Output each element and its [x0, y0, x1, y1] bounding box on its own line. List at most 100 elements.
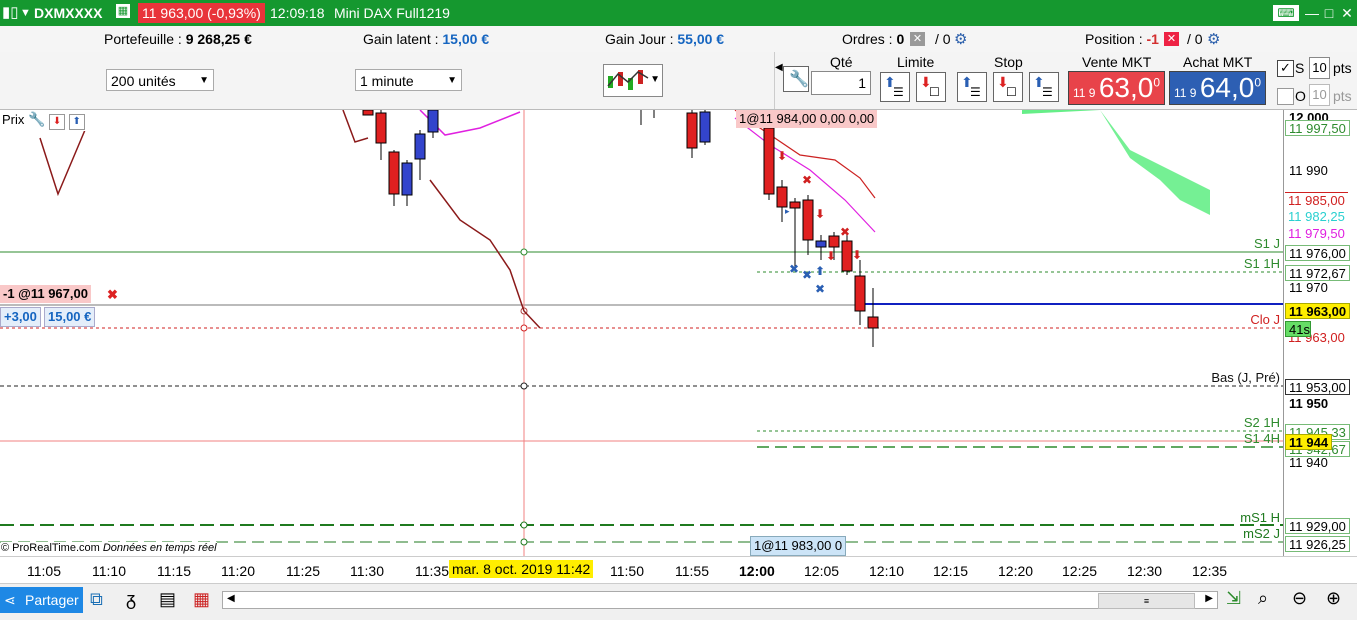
chart-style-icon	[607, 70, 649, 90]
close-icon[interactable]: ✕	[1338, 5, 1356, 21]
share-button[interactable]: ⋖ Partager	[0, 587, 83, 613]
sell-arrow-marker: ⬇	[815, 207, 825, 221]
target-checkbox[interactable]	[1277, 88, 1294, 105]
y-value-tag: 11 953,00	[1285, 379, 1350, 395]
position-value: -1	[1146, 31, 1159, 47]
gain-latent-info: Gain latent : 15,00 €	[363, 31, 490, 47]
zoom-out-icon[interactable]: ⊖	[1292, 588, 1307, 609]
cursor-dot	[520, 521, 528, 529]
maximize-icon[interactable]: □	[1320, 5, 1338, 21]
ichimoku-cloud-edge	[1022, 110, 1100, 114]
x-tick: 11:25	[286, 563, 320, 579]
copyright-note: © ProRealTime.com Données en temps réel	[1, 542, 217, 554]
zoom-in-icon[interactable]: ⊕	[1326, 588, 1341, 609]
x-tick: 11:55	[675, 563, 709, 579]
cloj-label: Clo J	[1250, 312, 1280, 327]
chevron-down-icon: ▼	[650, 74, 660, 85]
price-label-box: Prix 🔧 ⬇ ⬆	[0, 110, 87, 131]
orders-total: / 0	[935, 31, 951, 47]
price-axis[interactable]: 12 000 11 997,50 11 990 11 985,00 11 982…	[1283, 110, 1357, 556]
price-badge: 11 963,00 (-0,93%)	[138, 3, 265, 23]
limit-buy-button[interactable]: ⬆ ☰	[880, 72, 910, 102]
trading-icon[interactable]: ⧉	[90, 589, 103, 610]
horizontal-scrollbar[interactable]: ◀ ≡ ▶	[222, 591, 1218, 609]
wrench-icon: 🔧	[789, 71, 809, 88]
x-tick: 12:05	[804, 563, 840, 579]
small-marker: ▸	[785, 207, 790, 217]
buy-market-button[interactable]: 11 9 64,00	[1169, 71, 1266, 105]
buy-mkt-label: Achat MKT	[1183, 54, 1253, 70]
sell-mkt-label: Vente MKT	[1082, 54, 1152, 70]
units-select[interactable]: 200 unités ▼	[106, 69, 214, 91]
stop-sell-button[interactable]: ⬇ ☐	[993, 72, 1023, 102]
limit-sell-button[interactable]: ⬇ ☐	[916, 72, 946, 102]
chart-style-button[interactable]: ▼	[603, 64, 663, 97]
zoom-area-icon[interactable]: ⌕	[1258, 588, 1268, 609]
orders-info: Ordres : 0	[842, 31, 905, 47]
auto-scale-icon[interactable]: ⇲	[1226, 588, 1241, 609]
sell-arrow-marker: ⬇	[826, 249, 836, 263]
chart-canvas[interactable]: ⬇ ✖ ⬇ ✖ ⬇ ⬇ ✖ ✖ ⬆ ✖ ▸	[0, 110, 1283, 556]
symbol-dropdown-icon[interactable]: ▼	[20, 7, 31, 19]
ichimoku-cloud	[1022, 110, 1210, 215]
order-tag-bottom[interactable]: 1@11 983,00 0	[750, 536, 847, 556]
qty-label: Qté	[830, 54, 853, 70]
limit-label: Limite	[897, 54, 935, 70]
close-position-icon[interactable]: ✕	[1164, 32, 1179, 46]
cancel-orders-icon[interactable]: ✕	[910, 32, 925, 46]
position-gear-icon[interactable]: ⚙	[1207, 30, 1220, 48]
calendar-icon[interactable]: ▦	[116, 4, 130, 18]
time-axis[interactable]: 11:05 11:10 11:15 11:20 11:25 11:30 11:3…	[0, 556, 1357, 583]
y-value-tag: 11 979,50	[1285, 226, 1348, 242]
cursor-price-tag: 11 944	[1285, 434, 1333, 450]
wrench-icon[interactable]: 🔧	[28, 111, 45, 127]
orders-gear-icon[interactable]: ⚙	[954, 30, 967, 48]
stop-buy-button[interactable]: ⬆ ☰	[957, 72, 987, 102]
target-points-input[interactable]: 10	[1309, 84, 1330, 106]
target-pts-label: pts	[1333, 88, 1352, 104]
x-tick: 11:05	[27, 563, 61, 579]
account-info-bar: Portefeuille : 9 268,25 € Gain latent : …	[0, 26, 1357, 53]
cursor-dot	[520, 382, 528, 390]
chevron-down-icon: ▼	[447, 75, 457, 86]
x-tick: 12:10	[869, 563, 905, 579]
interval-select[interactable]: 1 minute ▼	[355, 69, 462, 91]
stop-extra-button[interactable]: ⬆ ☰	[1029, 72, 1059, 102]
list-icon: ☰	[970, 85, 981, 99]
y-value-tag: 11 985,00	[1285, 192, 1348, 208]
position-info: Position : -1	[1085, 31, 1159, 47]
chart-area[interactable]: ⬇ ✖ ⬇ ✖ ⬇ ⬇ ✖ ✖ ⬆ ✖ ▸ Prix 🔧 ⬇ ⬆ -1 @11 …	[0, 110, 1283, 556]
arrow-up-icon[interactable]: ⬆	[68, 114, 85, 130]
close-marker: ✖	[815, 282, 825, 296]
arrow-down-icon[interactable]: ⬇	[49, 114, 66, 130]
sell-market-button[interactable]: 11 9 63,00	[1068, 71, 1165, 105]
stop-pts-label: pts	[1333, 60, 1352, 76]
stop-points-input[interactable]: 10	[1309, 57, 1330, 79]
tools-icon[interactable]: ▦	[193, 589, 210, 610]
list-icon[interactable]: ▤	[159, 589, 176, 610]
basj-label: Bas (J, Pré)	[1211, 370, 1280, 385]
current-price-tag: 11 963,00	[1285, 303, 1351, 319]
minimize-icon[interactable]: —	[1303, 5, 1321, 21]
share-icon: ⋖	[4, 592, 16, 608]
scroll-left-icon: ◀	[227, 593, 235, 604]
list-icon: ☐	[1006, 85, 1017, 99]
indicator-line	[39, 129, 86, 197]
position-tag[interactable]: -1 @11 967,00	[0, 285, 91, 303]
y-value-tag: 11 976,00	[1285, 245, 1350, 261]
symbol-name[interactable]: DXMXXXX	[34, 5, 102, 21]
trade-markers: ⬇ ✖ ⬇ ✖ ⬇ ⬇ ✖ ✖ ⬆ ✖ ▸	[777, 149, 862, 296]
stop-checkbox[interactable]: ✓	[1277, 60, 1294, 77]
close-position-chart-icon[interactable]: ✖	[107, 287, 118, 303]
order-panel: ◀ 🔧 Qté 1 Limite ⬆ ☰ ⬇ ☐ Stop ⬆ ☰ ⬇ ☐ ⬆ …	[774, 52, 1357, 109]
keyboard-icon[interactable]: ⌨	[1273, 5, 1299, 21]
bottom-toolbar: ⋖ Partager ⧉ ᵹ ▤ ▦ ◀ ≡ ▶ ⇲ ⌕ ⊖ ⊕	[0, 583, 1357, 620]
qty-input[interactable]: 1	[811, 71, 871, 95]
collapse-panel-icon[interactable]: ◀	[775, 62, 783, 73]
settings-wrench-button[interactable]: 🔧	[783, 66, 809, 92]
chart-toolbar: 200 unités ▼ 1 minute ▼ ▼ ◀ 🔧 Qté 1 Limite…	[0, 52, 1357, 110]
indicator-icon[interactable]: ᵹ	[126, 589, 136, 610]
order-tag-top[interactable]: 1@11 984,00 0,00 0,00	[736, 110, 878, 128]
x-tick: 12:20	[998, 563, 1034, 579]
y-value-tag: 11 982,25	[1285, 209, 1348, 225]
